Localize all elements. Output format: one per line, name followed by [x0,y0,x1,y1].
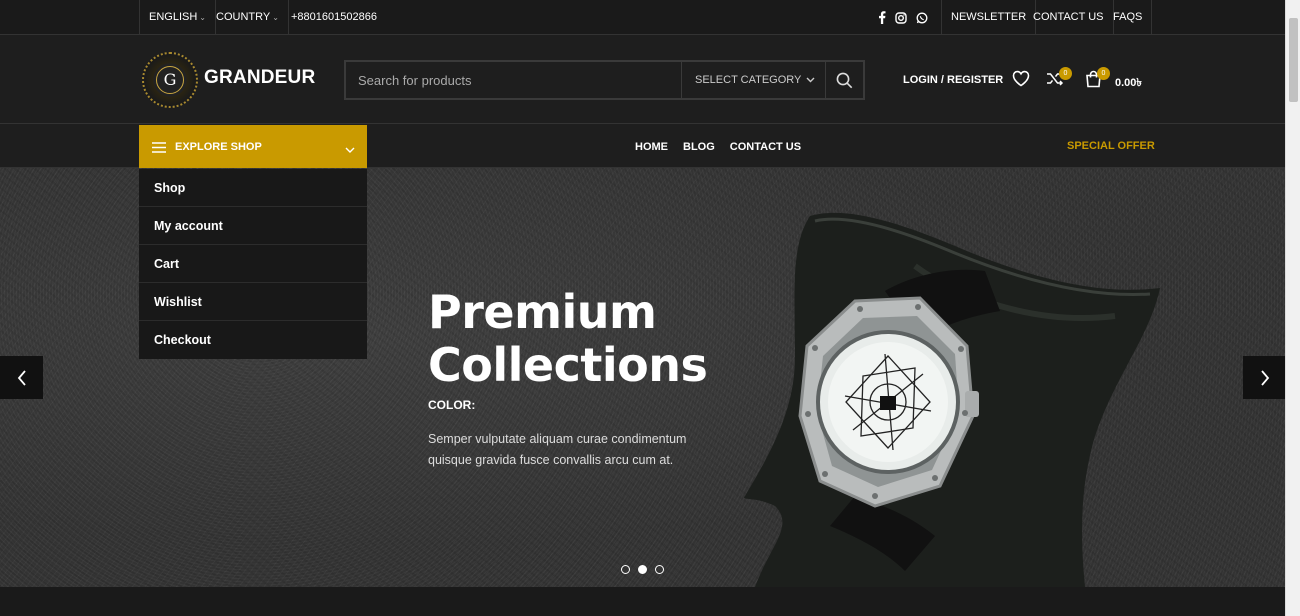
instagram-icon[interactable] [895,11,907,24]
hero-title: Premium Collections [428,285,708,392]
phone-number[interactable]: +8801601502866 [282,0,386,35]
search-icon [836,72,853,88]
slider-next-button[interactable] [1243,356,1286,399]
search-button[interactable] [825,62,863,98]
nav-links: HOME BLOG CONTACT US [635,125,801,168]
menu-item-cart[interactable]: Cart [139,245,367,283]
hero-description: Semper vulputate aliquam curae condiment… [428,432,687,467]
menu-item-shop[interactable]: Shop [139,169,367,207]
page-scrollbar[interactable] [1285,0,1300,616]
slider-dot-1[interactable] [621,565,630,574]
menu-item-wishlist[interactable]: Wishlist [139,283,367,321]
chevron-down-icon: ⌄ [272,13,279,22]
contact-us-top-link[interactable]: CONTACT US [1024,0,1114,35]
page-content-strip [0,587,1285,616]
chevron-left-icon [17,369,26,386]
slider-dot-3[interactable] [655,565,664,574]
cart-count-badge: 0 [1097,67,1110,80]
compare-count-badge: 0 [1059,67,1072,80]
category-select[interactable]: SELECT CATEGORY [681,62,827,98]
menu-item-checkout[interactable]: Checkout [139,321,367,359]
cart-total[interactable]: 0.00৳ [1115,74,1142,93]
hamburger-menu-icon [152,141,166,153]
search-input[interactable] [346,62,681,98]
login-register-link[interactable]: LOGIN / REGISTER [903,74,1003,86]
logo-text[interactable]: GRANDEUR [204,67,315,89]
explore-shop-button[interactable]: EXPLORE SHOP [139,125,367,169]
newsletter-link[interactable]: NEWSLETTER [941,0,1037,35]
hero-color-label: COLOR: [428,398,476,412]
nav-contact-us[interactable]: CONTACT US [730,141,801,153]
country-label: COUNTRY [216,11,271,23]
chevron-down-icon: ⌄ [199,13,206,22]
chevron-down-icon [806,62,815,98]
search-form: SELECT CATEGORY [344,60,865,100]
page: ENGLISH ⌄ COUNTRY ⌄ +8801601502866 NEWSLET… [0,0,1286,616]
slider-dot-2[interactable] [638,565,647,574]
logo-letter: G [156,66,184,94]
wishlist-icon[interactable] [1012,70,1030,92]
nav-home[interactable]: HOME [635,141,668,153]
chevron-right-icon [1260,369,1269,386]
facebook-icon[interactable] [878,11,886,24]
scrollbar-thumb[interactable] [1289,18,1298,102]
main-nav: EXPLORE SHOP HOME BLOG CONTACT US SPECIA… [0,125,1285,169]
menu-item-my-account[interactable]: My account [139,207,367,245]
social-icons [878,0,928,35]
category-select-label: SELECT CATEGORY [695,74,802,86]
chevron-down-icon [345,140,355,158]
logo-emblem[interactable]: G [142,52,198,108]
watch-product-image [744,212,1160,587]
country-selector[interactable]: COUNTRY ⌄ [207,0,289,35]
slider-pagination [621,565,664,574]
top-bar: ENGLISH ⌄ COUNTRY ⌄ +8801601502866 NEWSLET… [0,0,1285,35]
language-selector[interactable]: ENGLISH ⌄ [139,0,216,35]
special-offer-link[interactable]: SPECIAL OFFER [1067,125,1155,168]
explore-shop-label: EXPLORE SHOP [175,141,262,153]
header: G GRANDEUR SELECT CATEGORY LOGIN / REGIS… [0,36,1285,124]
nav-blog[interactable]: BLOG [683,141,715,153]
whatsapp-icon[interactable] [916,12,928,24]
language-label: ENGLISH [149,11,198,23]
explore-shop-menu: Shop My account Cart Wishlist Checkout [139,169,367,359]
faqs-link[interactable]: FAQS [1104,0,1153,35]
slider-prev-button[interactable] [0,356,43,399]
